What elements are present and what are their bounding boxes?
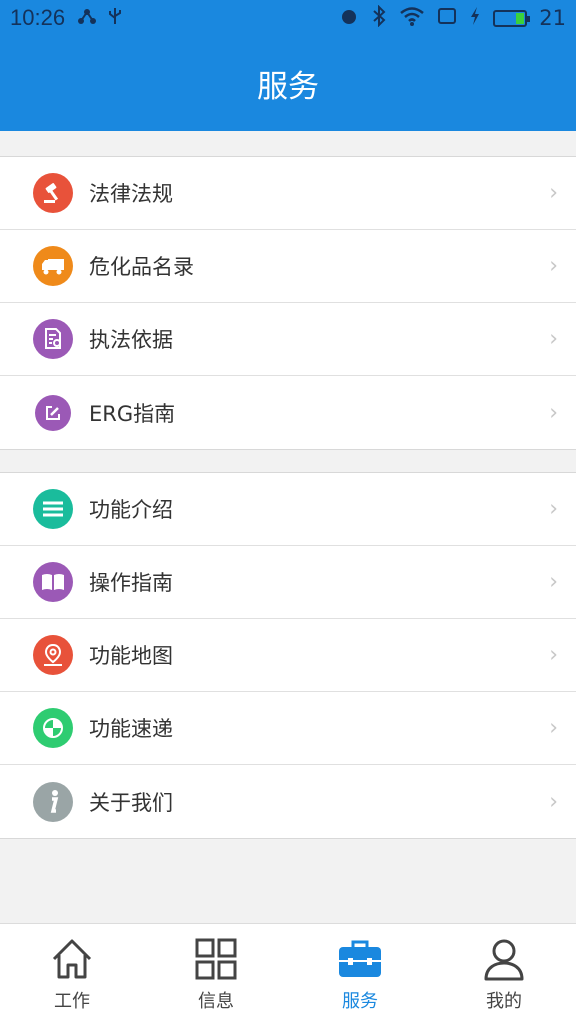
list-item-label: 执法依据 xyxy=(89,328,173,352)
toolbox-icon xyxy=(339,940,381,977)
status-time: 10:26 xyxy=(10,5,66,30)
chevron-right-icon: › xyxy=(549,569,558,595)
bottom-tab-bar: 工作 信息 服务 我的 xyxy=(0,923,576,1024)
info-icon xyxy=(33,781,73,822)
home-icon xyxy=(52,939,92,979)
tab-work[interactable]: 工作 xyxy=(0,924,144,1024)
tab-label: 工作 xyxy=(54,991,90,1012)
chevron-right-icon: › xyxy=(549,180,558,206)
gavel-icon xyxy=(33,173,73,213)
chevron-right-icon: › xyxy=(549,789,558,814)
pie-icon xyxy=(33,708,73,748)
list-icon xyxy=(33,489,73,529)
battery-icon xyxy=(493,9,531,27)
usb-icon xyxy=(107,6,123,31)
list-item-label: 危化品名录 xyxy=(89,255,194,279)
list-item-laws[interactable]: 法律法规 › xyxy=(0,157,576,230)
tab-label: 服务 xyxy=(342,991,378,1012)
list-item-enforcement-basis[interactable]: 执法依据 › xyxy=(0,303,576,376)
battery-level: 21 xyxy=(539,6,566,30)
tab-mine[interactable]: 我的 xyxy=(432,924,576,1024)
tab-info[interactable]: 信息 xyxy=(144,924,288,1024)
truck-icon xyxy=(33,246,73,286)
page-title: 服务 xyxy=(257,69,319,105)
list-item-erg-guide[interactable]: ERG指南 › xyxy=(0,376,576,449)
list-item-about-us[interactable]: 关于我们 › xyxy=(0,765,576,838)
edit-icon xyxy=(35,394,71,431)
list-item-feature-express[interactable]: 功能速递 › xyxy=(0,692,576,765)
grid-icon xyxy=(195,938,237,980)
list-item-feature-intro[interactable]: 功能介绍 › xyxy=(0,473,576,546)
list-item-label: 功能地图 xyxy=(89,644,173,668)
charging-icon xyxy=(469,6,481,31)
list-item-hazmat-catalog[interactable]: 危化品名录 › xyxy=(0,230,576,303)
chevron-right-icon: › xyxy=(549,400,558,425)
chevron-right-icon: › xyxy=(549,326,558,352)
list-item-operation-guide[interactable]: 操作指南 › xyxy=(0,546,576,619)
list-item-label: 关于我们 xyxy=(89,790,173,815)
chevron-right-icon: › xyxy=(549,253,558,279)
tab-label: 我的 xyxy=(486,991,522,1012)
tab-services[interactable]: 服务 xyxy=(288,924,432,1024)
page-header: 服务 xyxy=(0,36,576,131)
book-icon xyxy=(33,562,73,602)
service-group-2: 功能介绍 › 操作指南 › 功能地图 › 功能速递 › 关于我们 › xyxy=(0,472,576,839)
share-icon xyxy=(77,6,97,31)
list-item-label: ERG指南 xyxy=(89,401,176,426)
chevron-right-icon: › xyxy=(549,715,558,741)
list-item-label: 法律法规 xyxy=(89,182,173,206)
list-item-label: 操作指南 xyxy=(89,571,173,595)
chevron-right-icon: › xyxy=(549,642,558,668)
list-item-label: 功能速递 xyxy=(89,717,173,741)
document-search-icon xyxy=(33,319,73,359)
chevron-right-icon: › xyxy=(549,496,558,522)
bluetooth-icon xyxy=(371,4,387,32)
sim-icon xyxy=(437,6,457,30)
alarm-icon xyxy=(339,6,359,31)
list-item-feature-map[interactable]: 功能地图 › xyxy=(0,619,576,692)
service-group-1: 法律法规 › 危化品名录 › 执法依据 › ERG指南 › xyxy=(0,156,576,450)
status-bar: 10:26 21 xyxy=(0,0,576,36)
person-icon xyxy=(484,939,524,981)
list-item-label: 功能介绍 xyxy=(89,498,173,522)
map-pin-icon xyxy=(33,635,73,675)
tab-label: 信息 xyxy=(198,991,234,1012)
wifi-icon xyxy=(399,6,425,31)
